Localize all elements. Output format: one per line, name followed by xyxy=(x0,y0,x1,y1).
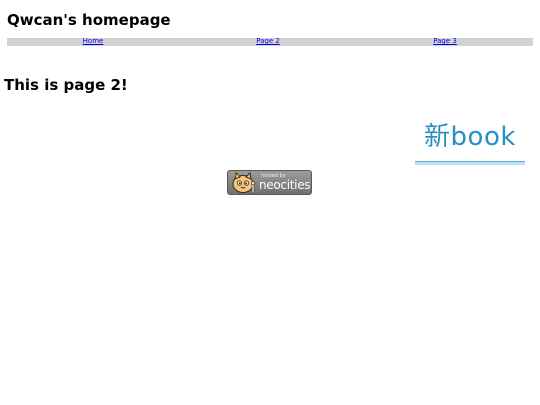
banner-underline xyxy=(415,161,525,165)
banner-image: 新book xyxy=(415,118,525,166)
page-heading: This is page 2! xyxy=(4,76,128,94)
nav-link-home[interactable]: Home xyxy=(83,37,104,46)
nav-link-page-3[interactable]: Page 3 xyxy=(433,37,457,46)
site-title: Qwcan's homepage xyxy=(7,11,171,29)
banner-text: 新book xyxy=(424,122,516,152)
neocities-cat-icon xyxy=(232,172,255,194)
badge-neocities-name: neocities xyxy=(259,178,311,192)
page: Qwcan's homepage Home Page 2 Page 3 This… xyxy=(0,0,540,405)
nav-link-page-2[interactable]: Page 2 xyxy=(256,37,280,46)
nav-bar: Home Page 2 Page 3 xyxy=(7,37,533,46)
neocities-badge[interactable]: hosted by neocities xyxy=(227,170,312,195)
